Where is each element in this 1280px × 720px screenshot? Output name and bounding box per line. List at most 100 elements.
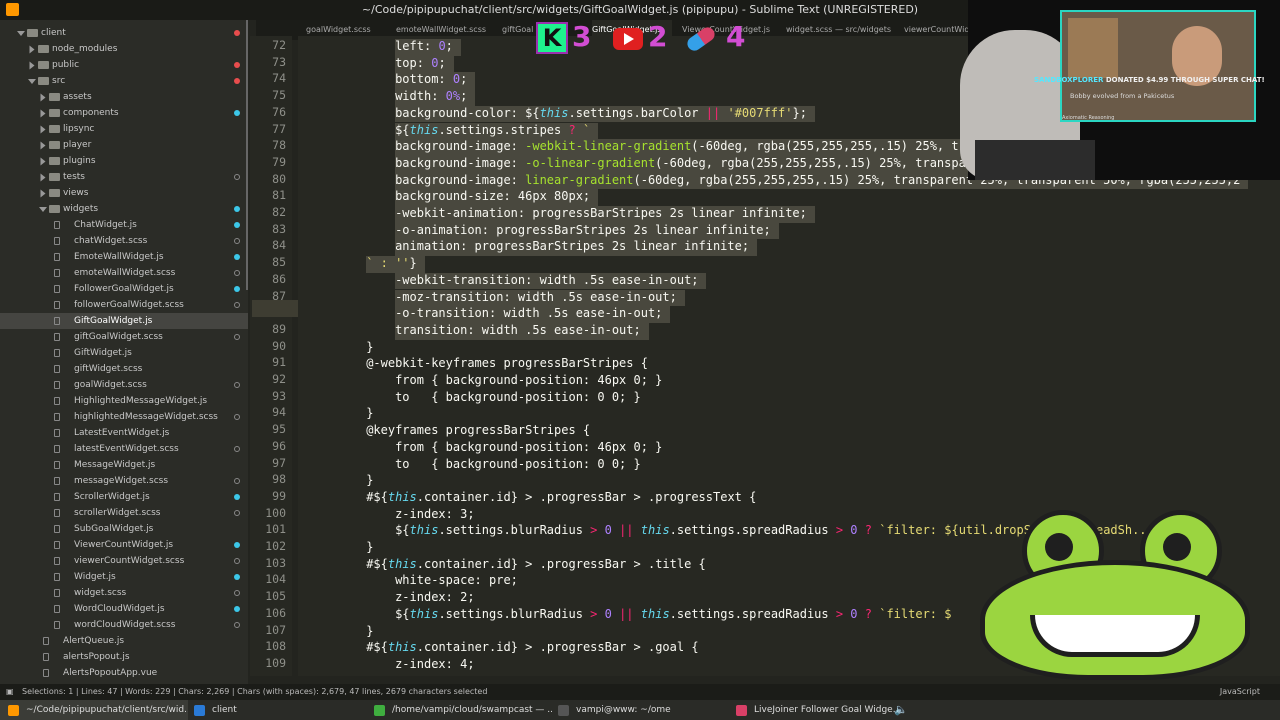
code-line[interactable]: @keyframes progressBarStripes { [366,422,1280,439]
sidebar-item[interactable]: HighlightedMessageWidget.js [0,393,248,409]
sidebar-item[interactable]: ChatWidget.js [0,217,248,233]
sidebar-item[interactable]: components [0,105,248,121]
disclosure-triangle-icon[interactable] [29,45,35,54]
kick-count: 3 [572,20,592,53]
disclosure-triangle-icon[interactable] [17,31,25,36]
sidebar-item[interactable]: GiftWidget.js [0,345,248,361]
sidebar-item[interactable]: ViewerCountWidget.js [0,537,248,553]
sidebar-item[interactable]: viewerCountWidget.scss [0,553,248,569]
sidebar-item[interactable]: WordCloudWidget.js [0,601,248,617]
code-line[interactable]: } [366,405,1280,422]
taskbar-item[interactable]: client [186,700,368,720]
code-line[interactable]: #${this.container.id} > .progressBar > .… [366,489,1280,506]
sidebar-item[interactable]: giftWidget.scss [0,361,248,377]
git-status-dot-icon [234,606,240,612]
sidebar-item[interactable]: plugins [0,153,248,169]
sidebar-item[interactable]: giftGoalWidget.scss [0,329,248,345]
sidebar-item[interactable]: chatWidget.scss [0,233,248,249]
sidebar-item[interactable]: lipsync [0,121,248,137]
sidebar-item[interactable]: tests [0,169,248,185]
disclosure-triangle-icon[interactable] [40,109,46,118]
line-number: 80 [272,171,286,186]
sidebar-item[interactable]: scrollerWidget.scss [0,505,248,521]
code-line[interactable]: to { background-position: 0 0; } [395,456,1280,473]
file-sidebar[interactable]: client node_modules public src assets compone… [0,20,248,684]
sidebar-item[interactable]: node_modules [0,41,248,57]
code-line[interactable]: to { background-position: 0 0; } [395,389,1280,406]
file-icon [54,253,60,261]
sidebar-item[interactable]: widget.scss [0,585,248,601]
pill-count: 4 [726,20,746,53]
sidebar-item[interactable]: messageWidget.scss [0,473,248,489]
sidebar-item[interactable]: wordCloudWidget.scss [0,617,248,633]
sidebar-item-label: AlertsPopoutApp.vue [63,668,158,678]
code-line[interactable]: -webkit-transition: width .5s ease-in-ou… [395,272,1280,289]
sidebar-item[interactable]: FollowerGoalWidget.js [0,281,248,297]
code-line[interactable]: transition: width .5s ease-in-out; [395,322,1280,339]
sidebar-item[interactable]: alertsPopout.js [0,649,248,665]
code-line[interactable]: -moz-transition: width .5s ease-in-out; [395,289,1280,306]
line-number: 106 [265,605,286,620]
taskbar-item[interactable]: /home/vampi/cloud/swampcast — ... [366,700,552,720]
line-number: 90 [272,338,286,353]
code-line[interactable]: } [366,472,1280,489]
sublime-logo-icon [6,3,19,16]
disclosure-triangle-icon[interactable] [40,189,46,198]
file-icon [54,317,60,325]
code-line[interactable]: background-size: 46px 80px; [395,188,1280,205]
sidebar-item[interactable]: ScrollerWidget.js [0,489,248,505]
file-icon [54,333,60,341]
sidebar-item[interactable]: AlertQueue.js [0,633,248,649]
code-line[interactable]: -o-animation: progressBarStripes 2s line… [395,222,1280,239]
sidebar-item[interactable]: LatestEventWidget.js [0,425,248,441]
disclosure-triangle-icon[interactable] [40,125,46,134]
disclosure-triangle-icon[interactable] [29,61,35,70]
folder-icon [49,205,60,213]
disclosure-triangle-icon[interactable] [40,141,46,150]
taskbar-item[interactable]: vampi@www: ~/ome [550,700,730,720]
taskbar-item[interactable]: LiveJoiner Follower Goal Widge... [728,700,912,720]
sidebar-item[interactable]: EmoteWallWidget.js [0,249,248,265]
code-line[interactable]: z-index: 3; [395,506,1280,523]
taskbar-item[interactable]: ~/Code/pipipupuchat/client/src/wid... [0,700,188,720]
line-number: 79 [272,154,286,169]
sidebar-item[interactable]: goalWidget.scss [0,377,248,393]
sidebar-item[interactable]: emoteWallWidget.scss [0,265,248,281]
git-status-dot-icon [234,254,240,260]
sidebar-item[interactable]: SubGoalWidget.js [0,521,248,537]
disclosure-triangle-icon[interactable] [39,207,47,212]
code-line[interactable]: from { background-position: 46px 0; } [395,439,1280,456]
sidebar-item[interactable]: AlertsPopoutApp.vue [0,665,248,681]
sidebar-item[interactable]: widgets [0,201,248,217]
sidebar-item[interactable]: latestEventWidget.scss [0,441,248,457]
code-line[interactable]: -webkit-animation: progressBarStripes 2s… [395,205,1280,222]
sidebar-item[interactable]: followerGoalWidget.scss [0,297,248,313]
code-line[interactable]: @-webkit-keyframes progressBarStripes { [366,355,1280,372]
sidebar-item[interactable]: GiftGoalWidget.js [0,313,248,329]
sidebar-item[interactable]: src [0,73,248,89]
code-line[interactable]: } [366,339,1280,356]
sidebar-item[interactable]: MessageWidget.js [0,457,248,473]
sidebar-item[interactable]: client [0,25,248,41]
code-line[interactable]: ` : ''} [366,255,1280,272]
status-syntax[interactable]: JavaScript [1220,684,1260,700]
file-icon [43,669,49,677]
sidebar-item[interactable]: views [0,185,248,201]
disclosure-triangle-icon[interactable] [40,93,46,102]
git-status-dot-icon [234,286,240,292]
sidebar-item[interactable]: assets [0,89,248,105]
sidebar-item[interactable]: highlightedMessageWidget.scss [0,409,248,425]
sidebar-item-label: widgets [63,204,99,214]
volume-icon[interactable]: 🔈 [894,703,908,716]
code-line[interactable]: animation: progressBarStripes 2s linear … [395,238,1280,255]
disclosure-triangle-icon[interactable] [40,157,46,166]
code-line[interactable]: -o-transition: width .5s ease-in-out; [395,305,1280,322]
code-line[interactable]: from { background-position: 46px 0; } [395,372,1280,389]
disclosure-triangle-icon[interactable] [40,173,46,182]
git-status-dot-icon [234,206,240,212]
sidebar-item[interactable]: Widget.js [0,569,248,585]
disclosure-triangle-icon[interactable] [28,79,36,84]
sidebar-item[interactable]: public [0,57,248,73]
line-number: 85 [272,255,286,270]
sidebar-item[interactable]: player [0,137,248,153]
